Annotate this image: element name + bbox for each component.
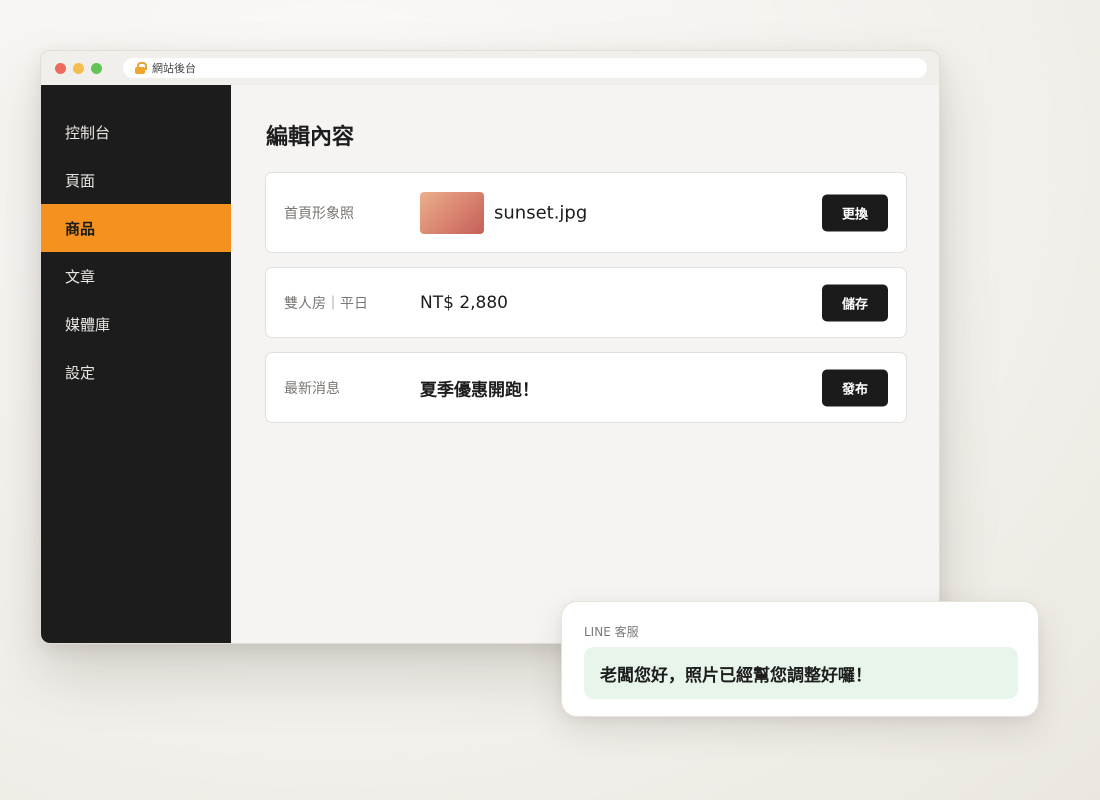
image-filename: sunset.jpg xyxy=(494,202,588,223)
card-label: 最新消息 xyxy=(284,380,340,397)
latest-news-card: 最新消息 夏季優惠開跑！ 發布 xyxy=(265,352,907,423)
close-window-button[interactable] xyxy=(55,63,66,74)
image-thumbnail[interactable] xyxy=(420,191,484,234)
chat-title: LINE 客服 xyxy=(584,625,639,639)
sidebar-item-label: 頁面 xyxy=(65,171,96,190)
save-button[interactable]: 儲存 xyxy=(822,284,888,321)
chat-message-bubble: 老闆您好，照片已經幫您調整好囉！ xyxy=(584,647,1018,699)
browser-window: 網站後台 控制台 頁面 商品 文章 媒體庫 設定 編輯內容 首頁形象照 suns… xyxy=(40,50,940,644)
hero-image-card: 首頁形象照 sunset.jpg 更換 xyxy=(265,172,907,253)
sidebar-item-label: 商品 xyxy=(65,219,96,238)
price-value[interactable]: NT$ 2,880 xyxy=(420,293,508,313)
card-label: 首頁形象照 xyxy=(284,205,354,222)
sidebar-item-media-library[interactable]: 媒體庫 xyxy=(41,300,231,348)
maximize-window-button[interactable] xyxy=(91,63,102,74)
card-label: 雙人房｜平日 xyxy=(284,295,368,312)
sidebar-item-label: 設定 xyxy=(65,363,96,382)
sidebar-item-label: 文章 xyxy=(65,267,96,286)
line-chat-popup: LINE 客服 老闆您好，照片已經幫您調整好囉！ xyxy=(561,601,1039,717)
sidebar-item-label: 媒體庫 xyxy=(65,315,111,334)
sidebar-item-articles[interactable]: 文章 xyxy=(41,252,231,300)
title-bar: 網站後台 xyxy=(41,51,939,85)
chat-message-text: 老闆您好，照片已經幫您調整好囉！ xyxy=(600,665,872,686)
sidebar-item-settings[interactable]: 設定 xyxy=(41,348,231,396)
page-title: 編輯內容 xyxy=(266,125,355,150)
sidebar-item-products[interactable]: 商品 xyxy=(41,204,231,252)
publish-button[interactable]: 發布 xyxy=(822,369,888,406)
main-content: 編輯內容 首頁形象照 sunset.jpg 更換 雙人房｜平日 NT$ 2,88… xyxy=(231,85,939,643)
sidebar-item-dashboard[interactable]: 控制台 xyxy=(41,108,231,156)
news-value[interactable]: 夏季優惠開跑！ xyxy=(420,375,539,400)
lock-icon xyxy=(135,62,147,74)
minimize-window-button[interactable] xyxy=(73,63,84,74)
room-price-card: 雙人房｜平日 NT$ 2,880 儲存 xyxy=(265,267,907,338)
sidebar-item-label: 控制台 xyxy=(65,123,111,142)
address-bar[interactable]: 網站後台 xyxy=(123,58,927,78)
address-text: 網站後台 xyxy=(152,62,196,75)
sidebar: 控制台 頁面 商品 文章 媒體庫 設定 xyxy=(41,85,231,643)
sidebar-item-pages[interactable]: 頁面 xyxy=(41,156,231,204)
replace-button[interactable]: 更換 xyxy=(822,194,888,231)
